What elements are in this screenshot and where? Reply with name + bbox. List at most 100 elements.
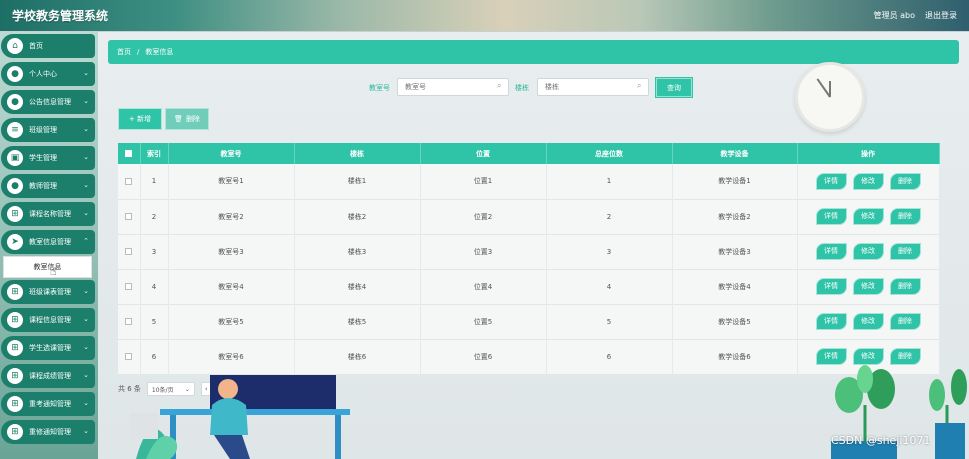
row-checkbox[interactable] (125, 213, 133, 220)
row-checkbox[interactable] (125, 318, 133, 325)
sidebar-item-label: 重考通知管理 (29, 400, 71, 408)
edit-button[interactable]: 修改 (852, 243, 884, 260)
breadcrumb-separator: / (137, 48, 140, 56)
sidebar-item[interactable]: ⊞ 重考通知管理 ⌄ (1, 392, 95, 416)
cell-index: 3 (140, 234, 169, 269)
delete-button[interactable]: 删除 (889, 313, 921, 330)
row-checkbox[interactable] (125, 283, 133, 290)
breadcrumb-home[interactable]: 首页 (117, 47, 131, 57)
sidebar-item[interactable]: ≡ 班级管理 ⌄ (1, 118, 95, 142)
row-select-cell (118, 339, 141, 374)
cell-room: 教室号3 (168, 234, 295, 269)
room-search-input[interactable] (397, 78, 509, 96)
header-seats: 总座位数 (546, 143, 673, 164)
edit-button[interactable]: 修改 (852, 313, 884, 330)
delete-button[interactable]: 删除 (889, 172, 921, 190)
logout-button[interactable]: 退出登录 (925, 10, 957, 21)
row-checkbox[interactable] (125, 177, 133, 185)
chevron-down-icon: ⌄ (83, 371, 89, 379)
chevron-down-icon: ⌄ (83, 125, 89, 133)
select-all-header (118, 143, 141, 164)
sidebar-item[interactable]: ⊞ 重修通知管理 ⌄ (1, 420, 95, 444)
user-area: 管理员 abo 退出登录 (874, 10, 957, 21)
search-icon: ⌕ (637, 81, 642, 90)
sidebar-item-label: 课程信息管理 (29, 316, 71, 324)
edit-button[interactable]: 修改 (852, 348, 884, 365)
sidebar-item-label: 教师管理 (29, 182, 57, 190)
query-button[interactable]: 查询 (656, 78, 692, 97)
delete-button[interactable]: 删除 (889, 278, 921, 295)
cell-seats: 2 (546, 199, 673, 234)
submenu-item-classroom-info[interactable]: 教室信息 (3, 256, 92, 278)
delete-button[interactable]: 删除 (889, 208, 921, 225)
detail-button[interactable]: 详情 (815, 172, 847, 190)
sidebar-item-label: 学生选课管理 (29, 344, 71, 352)
cell-index: 4 (140, 269, 169, 304)
building-search-input[interactable] (537, 78, 649, 96)
sidebar-item[interactable]: ➤ 教室信息管理 ⌃ (1, 230, 95, 254)
sidebar: ⌂ 首页 ● 个人中心 ⌄ ● 公告信息管理 ⌄ ≡ 班级管理 ⌄ ▣ 学生管理 ⌄ ● 教师管理 ⌄ ⊞ 课程名称… (0, 32, 98, 459)
add-button[interactable]: + 新增 (118, 108, 162, 130)
table-row: 6 教室号6 楼栋6 位置6 6 教学设备6 详情 修改 删除 (118, 339, 940, 374)
grid-icon: ⊞ (7, 368, 23, 384)
delete-button[interactable]: 删除 (889, 348, 921, 365)
user-label: 管理员 abo (873, 11, 915, 20)
cell-room: 教室号1 (168, 164, 295, 199)
header-building: 楼栋 (294, 143, 421, 164)
sidebar-item-label: 课程名称管理 (29, 210, 71, 218)
table-row: 2 教室号2 楼栋2 位置2 2 教学设备2 详情 修改 删除 (118, 199, 940, 234)
table-row: 3 教室号3 楼栋3 位置3 3 教学设备3 详情 修改 删除 (118, 234, 940, 269)
classroom-table: 索引 教室号 楼栋 位置 总座位数 教学设备 操作 1 教室号1 楼栋1 位置1 1 教学… (118, 143, 940, 375)
detail-button[interactable]: 详情 (815, 208, 847, 225)
sidebar-item[interactable]: ▣ 学生管理 ⌄ (1, 146, 95, 170)
chevron-down-icon: ⌄ (83, 427, 89, 435)
cell-seats: 6 (546, 339, 673, 374)
table-header-row: 索引 教室号 楼栋 位置 总座位数 教学设备 操作 (118, 143, 940, 164)
cell-location: 位置1 (420, 164, 547, 199)
header-room: 教室号 (168, 143, 295, 164)
sidebar-item[interactable]: ● 个人中心 ⌄ (1, 62, 95, 86)
trash-icon: 🗑 (174, 115, 183, 123)
cell-index: 5 (140, 304, 169, 339)
sidebar-item[interactable]: ⊞ 班级课表管理 ⌄ (1, 280, 95, 304)
user-icon: ● (7, 66, 23, 82)
sidebar-item[interactable]: ⊞ 学生选课管理 ⌄ (1, 336, 95, 360)
top-bar: 学校教务管理系统 管理员 abo 退出登录 (0, 0, 969, 32)
batch-delete-button[interactable]: 🗑 删除 (165, 108, 209, 130)
row-select-cell (118, 164, 141, 199)
cell-index: 2 (140, 199, 169, 234)
cell-equipment: 教学设备4 (672, 269, 798, 304)
sidebar-item[interactable]: ● 教师管理 ⌄ (1, 174, 95, 198)
chevron-down-icon: ⌄ (83, 315, 89, 323)
sidebar-item[interactable]: ⊞ 课程名称管理 ⌄ (1, 202, 95, 226)
sidebar-item[interactable]: ⊞ 课程成绩管理 ⌄ (1, 364, 95, 388)
row-checkbox[interactable] (125, 353, 133, 360)
detail-button[interactable]: 详情 (815, 313, 847, 330)
sidebar-item[interactable]: ● 公告信息管理 ⌄ (1, 90, 95, 114)
sidebar-item-label: 公告信息管理 (29, 98, 71, 106)
edit-button[interactable]: 修改 (852, 172, 884, 190)
chevron-down-icon: ⌄ (83, 343, 89, 351)
detail-button[interactable]: 详情 (815, 243, 847, 260)
delete-button[interactable]: 删除 (889, 243, 921, 260)
student-icon: ▣ (7, 150, 23, 166)
select-all-checkbox[interactable] (125, 150, 133, 157)
table-row: 4 教室号4 楼栋4 位置4 4 教学设备4 详情 修改 删除 (118, 269, 940, 304)
user-icon: ● (7, 94, 23, 110)
cell-building: 楼栋1 (294, 164, 421, 199)
edit-button[interactable]: 修改 (852, 208, 884, 225)
cell-index: 1 (140, 164, 169, 199)
table-row: 5 教室号5 楼栋5 位置5 5 教学设备5 详情 修改 删除 (118, 304, 940, 339)
teacher-icon: ● (7, 178, 23, 194)
edit-button[interactable]: 修改 (852, 278, 884, 295)
grid-icon: ⊞ (7, 284, 23, 300)
breadcrumb-current: 教室信息 (145, 48, 174, 56)
chevron-down-icon: ⌄ (83, 69, 89, 77)
cell-location: 位置5 (420, 304, 547, 339)
sidebar-item[interactable]: ⌂ 首页 (1, 34, 95, 58)
detail-button[interactable]: 详情 (815, 348, 847, 365)
detail-button[interactable]: 详情 (815, 278, 847, 295)
row-checkbox[interactable] (125, 248, 133, 255)
cell-location: 位置4 (420, 269, 547, 304)
sidebar-item[interactable]: ⊞ 课程信息管理 ⌄ (1, 308, 95, 332)
